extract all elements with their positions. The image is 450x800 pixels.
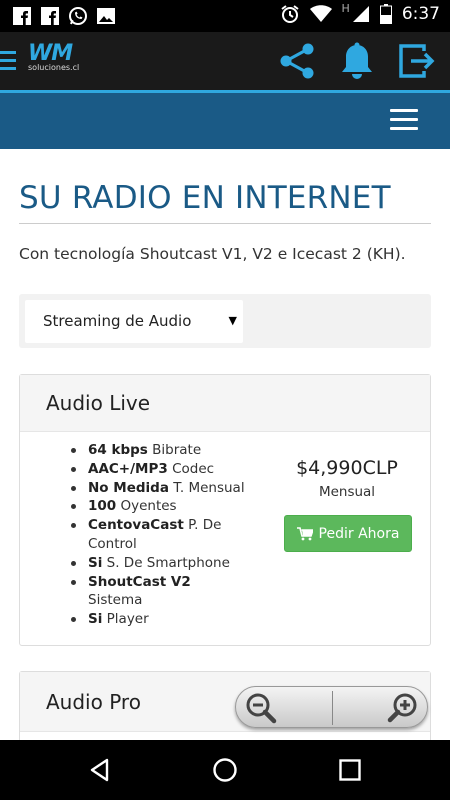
- signal-icon: [352, 6, 369, 22]
- facebook-icon: [41, 7, 59, 25]
- notification-icons: [12, 6, 116, 26]
- battery-icon: [379, 4, 392, 24]
- order-button[interactable]: Pedir Ahora: [284, 515, 412, 552]
- recents-icon[interactable]: [337, 757, 363, 783]
- cart-icon: [296, 526, 313, 540]
- plan-title: Audio Pro: [46, 690, 141, 714]
- page-title: SU RADIO EN INTERNET: [19, 180, 391, 216]
- wifi-icon: [309, 5, 332, 22]
- clock: 6:37: [401, 4, 440, 24]
- service-select-value: Streaming de Audio: [43, 312, 192, 330]
- site-navbar: [0, 93, 450, 149]
- logo-subtext: soluciones.cl: [28, 63, 80, 72]
- plan-card-header: Audio Live: [20, 375, 430, 432]
- feature-item: 64 kbps Bibrate: [68, 441, 248, 460]
- feature-item: Si Player: [68, 610, 248, 629]
- back-icon[interactable]: [87, 757, 113, 783]
- order-button-label: Pedir Ahora: [318, 525, 400, 542]
- side-menu-icon[interactable]: [0, 51, 16, 71]
- whatsapp-icon: [69, 7, 87, 25]
- system-icons: H 6:37: [280, 1, 440, 24]
- title-divider: [19, 223, 431, 224]
- feature-item: No Medida T. Mensual: [68, 479, 248, 498]
- status-bar: H 6:37: [0, 0, 450, 32]
- bell-icon[interactable]: [336, 40, 378, 82]
- header-actions: [276, 40, 438, 82]
- feature-item: CentovaCast P. De Control: [68, 516, 248, 554]
- image-icon: [97, 8, 115, 24]
- android-navigation-bar: [0, 740, 450, 800]
- feature-item: 100 Oyentes: [68, 497, 248, 516]
- network-type-label: H: [341, 1, 350, 15]
- facebook-icon: [13, 7, 31, 25]
- dropdown-arrow-icon: ▼: [228, 314, 237, 327]
- home-icon[interactable]: [212, 757, 238, 783]
- plan-card: Audio Live 64 kbps Bibrate AAC+/MP3 Code…: [19, 374, 431, 646]
- alarm-icon: [280, 5, 299, 23]
- app-header: WM soluciones.cl: [0, 32, 450, 90]
- feature-item: ShoutCast V2 Sistema: [68, 573, 248, 611]
- logout-icon[interactable]: [396, 40, 438, 82]
- plan-title: Audio Live: [46, 391, 151, 415]
- hamburger-icon[interactable]: [390, 109, 418, 131]
- zoom-divider: [332, 691, 333, 725]
- zoom-out-icon[interactable]: [244, 691, 278, 725]
- feature-item: AAC+/MP3 Codec: [68, 460, 248, 479]
- feature-item: Si S. De Smartphone: [68, 554, 248, 573]
- zoom-in-icon[interactable]: [387, 691, 421, 725]
- filter-bar: Streaming de Audio ▼: [19, 294, 431, 348]
- plan-price: $4,990CLP: [296, 457, 398, 479]
- zoom-controls: [235, 686, 428, 728]
- logo[interactable]: WM soluciones.cl: [28, 41, 79, 72]
- page-content: SU RADIO EN INTERNET Con tecnología Shou…: [0, 149, 450, 740]
- page-subtitle: Con tecnología Shoutcast V1, V2 e Icecas…: [19, 245, 406, 263]
- share-icon[interactable]: [276, 40, 318, 82]
- plan-period: Mensual: [318, 484, 376, 500]
- service-select[interactable]: Streaming de Audio ▼: [25, 300, 243, 343]
- plan-features: 64 kbps Bibrate AAC+/MP3 Codec No Medida…: [68, 441, 248, 629]
